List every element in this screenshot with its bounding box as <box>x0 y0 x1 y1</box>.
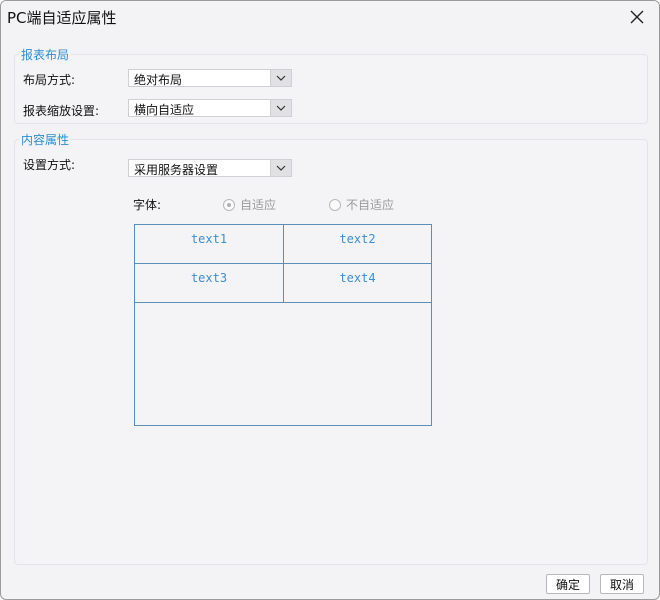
zoom-setting-value: 横向自适应 <box>134 103 195 117</box>
preview-cell: text4 <box>284 264 431 303</box>
content-props-group-title: 内容属性 <box>19 131 72 148</box>
zoom-setting-select[interactable]: 横向自适应 <box>128 99 292 117</box>
setting-mode-label: 设置方式: <box>23 158 76 172</box>
chevron-down-icon <box>276 105 286 111</box>
radio-not-adaptive-circle[interactable] <box>329 198 341 211</box>
title-bar: PC端自适应属性 <box>1 1 659 33</box>
preview-cell: text2 <box>284 225 431 264</box>
radio-adaptive-label: 自适应 <box>240 198 277 212</box>
layout-mode-label: 布局方式: <box>23 73 76 87</box>
ok-button[interactable]: 确定 <box>546 574 590 594</box>
zoom-setting-dropdown-arrow[interactable] <box>270 100 291 116</box>
font-label: 字体: <box>133 198 162 212</box>
setting-mode-select[interactable]: 采用服务器设置 <box>128 159 292 177</box>
dialog-title: PC端自适应属性 <box>7 9 117 27</box>
font-preview-area: text1 text2 text3 text4 <box>134 224 432 426</box>
close-button[interactable] <box>619 3 655 31</box>
radio-selected-dot <box>227 202 231 207</box>
radio-not-adaptive[interactable]: 不自适应 <box>329 196 394 213</box>
zoom-setting-label: 报表缩放设置: <box>23 104 100 118</box>
layout-mode-value: 绝对布局 <box>134 73 183 87</box>
layout-mode-dropdown-arrow[interactable] <box>270 70 291 86</box>
radio-adaptive[interactable]: 自适应 <box>223 196 276 213</box>
layout-mode-select[interactable]: 绝对布局 <box>128 69 292 87</box>
cancel-button[interactable]: 取消 <box>600 574 644 594</box>
chevron-down-icon <box>276 75 286 81</box>
preview-cell: text3 <box>135 264 284 303</box>
setting-mode-dropdown-arrow[interactable] <box>270 160 291 176</box>
report-layout-group <box>14 54 648 124</box>
preview-cell: text1 <box>135 225 284 264</box>
report-layout-group-title: 报表布局 <box>19 46 72 63</box>
radio-adaptive-circle[interactable] <box>223 198 235 211</box>
close-icon <box>630 10 644 24</box>
chevron-down-icon <box>276 165 286 171</box>
dialog-window: PC端自适应属性 报表布局 布局方式: 绝对布局 报表缩放设置: 横向自适应 内… <box>0 0 660 600</box>
setting-mode-value: 采用服务器设置 <box>134 163 219 177</box>
radio-not-adaptive-label: 不自适应 <box>346 198 395 212</box>
